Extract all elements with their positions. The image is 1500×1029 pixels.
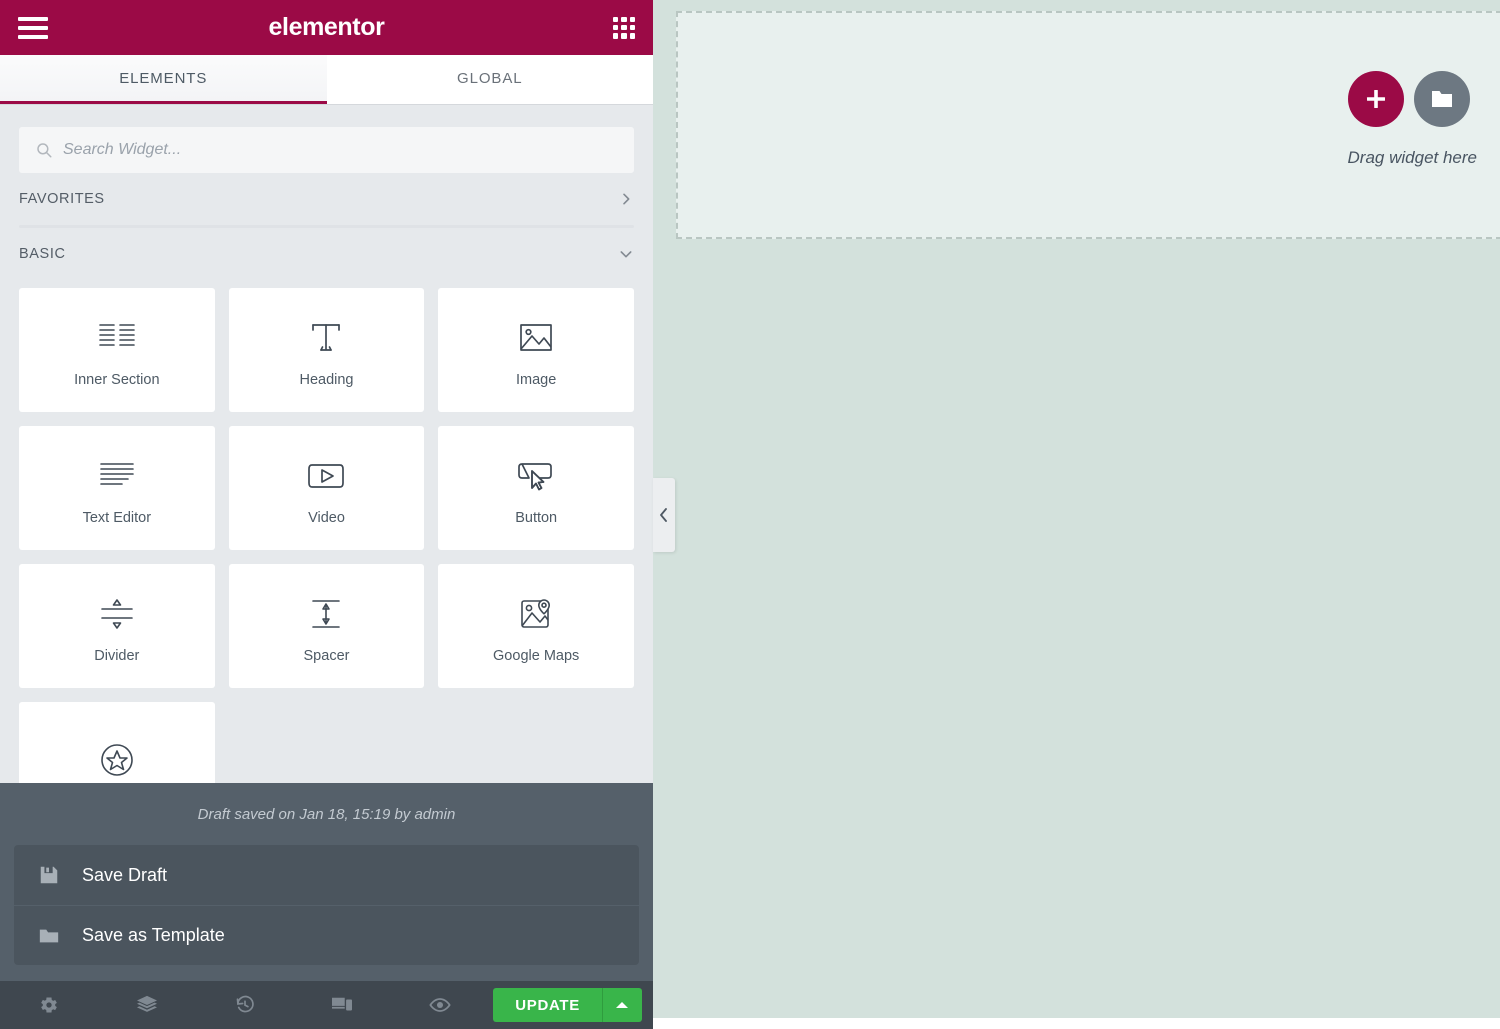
- heading-t-icon: [308, 312, 344, 364]
- folder-icon: [39, 929, 59, 942]
- save-draft-button[interactable]: Save Draft: [14, 845, 639, 905]
- tab-elements[interactable]: ELEMENTS: [0, 55, 327, 104]
- save-options-list: Save Draft Save as Template: [14, 845, 639, 965]
- widget-grid: Inner Section Heading Image Text Editor …: [19, 288, 634, 826]
- widget-label: Heading: [299, 372, 354, 388]
- widget-label: Video: [308, 510, 345, 526]
- update-options-button[interactable]: [601, 988, 642, 1022]
- draft-status: Draft saved on Jan 18, 15:19 by admin: [197, 805, 456, 823]
- history-button[interactable]: [196, 981, 294, 1029]
- widget-label: Button: [515, 510, 558, 526]
- plus-icon: [1367, 90, 1385, 108]
- elementor-editor: elementor ELEMENTS GLOBAL Search Widget.…: [0, 0, 1500, 1029]
- widget-text-editor[interactable]: Text Editor: [19, 426, 215, 550]
- settings-button[interactable]: [0, 981, 98, 1029]
- editor-panel: elementor ELEMENTS GLOBAL Search Widget.…: [0, 0, 653, 1029]
- chevron-left-icon: [660, 508, 667, 522]
- save-options-menu: Draft saved on Jan 18, 15:19 by admin Sa…: [0, 783, 653, 981]
- panel-header: elementor: [0, 0, 653, 55]
- widget-label: Spacer: [303, 648, 350, 664]
- preview-button[interactable]: [391, 981, 489, 1029]
- dropzone-actions: [1348, 71, 1470, 127]
- add-section-button[interactable]: [1348, 71, 1404, 127]
- widget-button[interactable]: Button: [438, 426, 634, 550]
- editor-canvas: Drag widget here: [653, 0, 1500, 1029]
- dropzone-caption: Drag widget here: [1347, 148, 1477, 167]
- category-basic[interactable]: BASIC: [19, 228, 634, 280]
- canvas-bottom-strip: [653, 1018, 1500, 1029]
- grid-apps-icon[interactable]: [613, 16, 635, 39]
- category-favorites-label: FAVORITES: [19, 191, 105, 207]
- widget-label: Image: [516, 372, 557, 388]
- widget-heading[interactable]: Heading: [228, 288, 425, 412]
- floppy-disk-icon: [40, 866, 58, 884]
- folder-icon: [1432, 91, 1452, 107]
- tab-global-label: GLOBAL: [457, 69, 523, 87]
- text-lines-icon: [98, 450, 136, 502]
- search-icon: [37, 143, 52, 158]
- update-button-group: UPDATE: [493, 988, 642, 1022]
- chevron-down-icon: [620, 251, 632, 258]
- tab-global[interactable]: GLOBAL: [326, 55, 653, 104]
- hamburger-icon[interactable]: [18, 16, 48, 39]
- panel-tabs: ELEMENTS GLOBAL: [0, 55, 653, 105]
- widget-divider[interactable]: Divider: [19, 564, 215, 688]
- widget-spacer[interactable]: Spacer: [228, 564, 425, 688]
- responsive-mode-button[interactable]: [294, 981, 392, 1029]
- caret-up-icon: [616, 1002, 629, 1008]
- button-cursor-icon: [516, 450, 556, 502]
- tab-elements-label: ELEMENTS: [119, 69, 208, 87]
- update-button[interactable]: UPDATE: [493, 988, 602, 1022]
- search-input[interactable]: [63, 141, 618, 159]
- image-icon: [518, 312, 554, 364]
- inner-section-icon: [97, 312, 137, 364]
- video-play-icon: [306, 450, 346, 502]
- search-widget-box[interactable]: [19, 127, 634, 173]
- navigator-button[interactable]: [98, 981, 196, 1029]
- widget-inner-section[interactable]: Inner Section: [19, 288, 215, 412]
- panel-footer-toolbar: UPDATE: [0, 981, 653, 1029]
- history-clock-icon: [236, 995, 254, 1013]
- page-title: elementor: [268, 13, 385, 41]
- save-as-template-label: Save as Template: [82, 925, 225, 945]
- star-circle-icon: [97, 734, 137, 786]
- google-maps-icon: [518, 588, 554, 640]
- spacer-arrows-icon: [308, 588, 344, 640]
- category-favorites[interactable]: FAVORITES: [19, 173, 634, 225]
- widget-image[interactable]: Image: [438, 288, 634, 412]
- widget-label: Divider: [94, 648, 140, 664]
- widget-label: Inner Section: [74, 372, 160, 388]
- layers-icon: [136, 995, 157, 1012]
- devices-icon: [332, 997, 353, 1011]
- section-dropzone[interactable]: Drag widget here: [676, 11, 1500, 239]
- add-template-button[interactable]: [1414, 71, 1470, 127]
- save-draft-label: Save Draft: [82, 864, 168, 885]
- panel-collapse-button[interactable]: [653, 478, 675, 552]
- category-basic-label: BASIC: [19, 246, 66, 262]
- eye-icon: [429, 998, 451, 1012]
- gear-icon: [41, 997, 57, 1013]
- widget-label: Google Maps: [493, 648, 580, 664]
- chevron-right-icon: [623, 193, 630, 205]
- divider-icon: [99, 588, 135, 640]
- widget-google-maps[interactable]: Google Maps: [438, 564, 634, 688]
- save-as-template-button[interactable]: Save as Template: [14, 905, 639, 965]
- widget-video[interactable]: Video: [228, 426, 425, 550]
- widget-label: Text Editor: [82, 510, 152, 526]
